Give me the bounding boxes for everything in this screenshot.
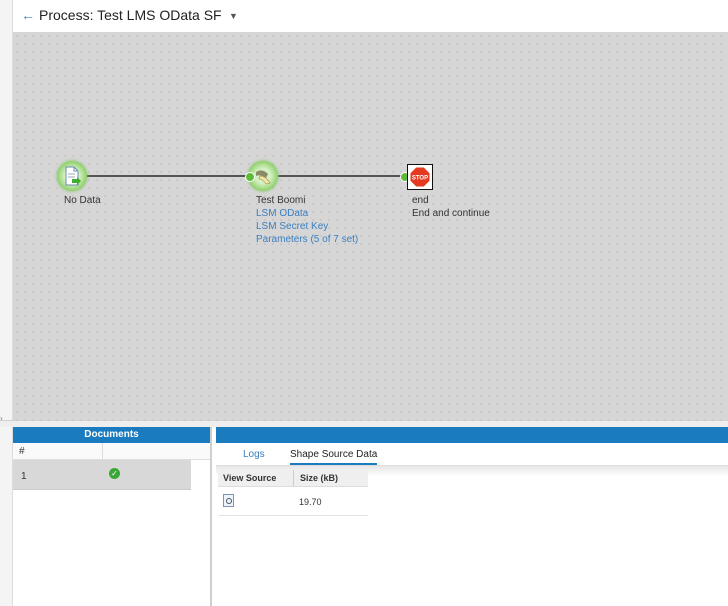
svg-text:STOP: STOP xyxy=(412,176,428,182)
column-header-view-source: View Source xyxy=(223,473,277,483)
stop-sign-icon: STOP xyxy=(409,166,431,188)
node-label: Test Boomi xyxy=(256,195,306,206)
node-label: end xyxy=(412,195,429,206)
connector-line xyxy=(75,175,257,177)
panel-splitter[interactable] xyxy=(0,420,728,427)
column-divider xyxy=(102,443,103,459)
stop-shape-node[interactable]: STOP xyxy=(407,164,433,190)
connector-plug-icon xyxy=(256,170,271,185)
page-title: Process: Test LMS OData SF xyxy=(39,7,222,23)
chevron-down-icon[interactable]: ▼ xyxy=(229,11,238,21)
table-row[interactable]: 19.70 xyxy=(218,487,368,516)
operation-link[interactable]: LSM Secret Key xyxy=(256,220,328,233)
success-check-icon: ✓ xyxy=(109,468,120,479)
detail-panel-header xyxy=(216,427,728,443)
process-header: ← Process: Test LMS OData SF ▼ xyxy=(13,0,728,32)
document-size: 19.70 xyxy=(299,497,322,507)
column-header-number: # xyxy=(19,446,25,457)
table-header: View Source Size (kB) xyxy=(218,470,368,487)
connector-line xyxy=(278,175,406,177)
process-canvas[interactable]: No Data Test Boomi LSM OData LSM Secret … xyxy=(13,32,728,420)
node-description: End and continue xyxy=(412,208,490,219)
documents-panel: Documents # 1 ✓ xyxy=(13,427,212,606)
tab-logs[interactable]: Logs xyxy=(243,449,265,460)
detail-panel: Logs Shape Source Data View Source Size … xyxy=(216,427,728,606)
column-header-size: Size (kB) xyxy=(300,473,339,483)
back-arrow-icon[interactable]: ← xyxy=(21,8,35,22)
document-number: 1 xyxy=(21,471,27,482)
view-source-icon[interactable] xyxy=(223,494,234,507)
detail-tabs: Logs Shape Source Data xyxy=(216,443,728,466)
left-gutter xyxy=(0,0,13,606)
parameters-link[interactable]: Parameters (5 of 7 set) xyxy=(256,233,358,246)
documents-header: # xyxy=(13,443,210,460)
connection-link[interactable]: LSM OData xyxy=(256,207,308,220)
tab-shape-source-data[interactable]: Shape Source Data xyxy=(290,449,378,465)
documents-panel-title: Documents xyxy=(13,427,210,443)
column-divider xyxy=(293,470,294,486)
connector-shape-node[interactable] xyxy=(245,161,278,191)
shape-source-table: View Source Size (kB) 19.70 xyxy=(218,470,368,516)
document-row[interactable]: 1 ✓ xyxy=(13,460,191,490)
start-shape-node[interactable] xyxy=(57,161,87,191)
document-icon xyxy=(65,166,81,186)
node-label: No Data xyxy=(64,195,101,206)
